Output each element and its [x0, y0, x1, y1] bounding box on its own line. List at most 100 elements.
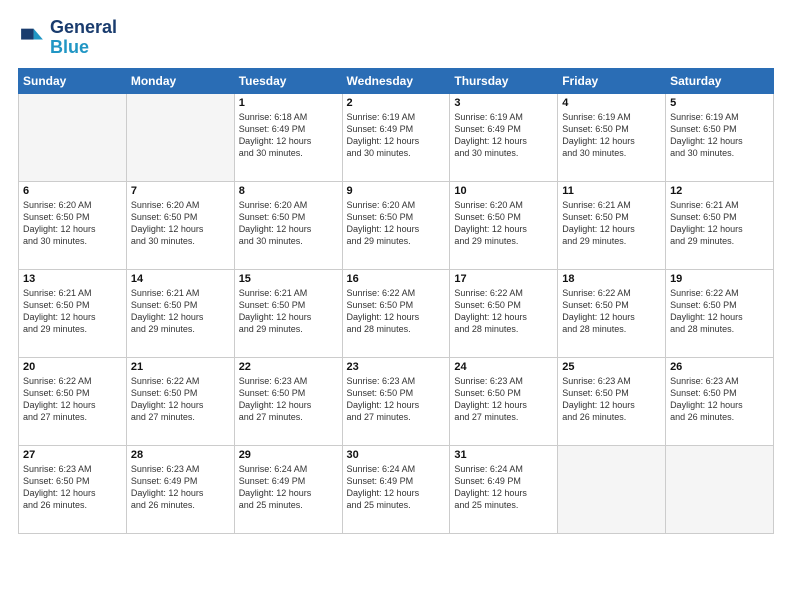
cell-info: Sunrise: 6:24 AM Sunset: 6:49 PM Dayligh…: [239, 463, 338, 512]
cell-info: Sunrise: 6:19 AM Sunset: 6:50 PM Dayligh…: [670, 111, 769, 160]
cell-info: Sunrise: 6:23 AM Sunset: 6:50 PM Dayligh…: [23, 463, 122, 512]
page: General Blue SundayMondayTuesdayWednesda…: [0, 0, 792, 612]
calendar-cell: 23Sunrise: 6:23 AM Sunset: 6:50 PM Dayli…: [342, 357, 450, 445]
header: General Blue: [18, 18, 774, 58]
calendar-cell: [666, 445, 774, 533]
cell-info: Sunrise: 6:22 AM Sunset: 6:50 PM Dayligh…: [131, 375, 230, 424]
cell-info: Sunrise: 6:21 AM Sunset: 6:50 PM Dayligh…: [23, 287, 122, 336]
day-number: 3: [454, 97, 553, 109]
calendar-week-1: 6Sunrise: 6:20 AM Sunset: 6:50 PM Daylig…: [19, 181, 774, 269]
cell-info: Sunrise: 6:20 AM Sunset: 6:50 PM Dayligh…: [23, 199, 122, 248]
cell-info: Sunrise: 6:20 AM Sunset: 6:50 PM Dayligh…: [131, 199, 230, 248]
calendar-cell: 25 Sunrise: 6:23 AM Sunset: 6:50 PM Dayli…: [558, 357, 666, 445]
logo-text-line2: Blue: [50, 38, 117, 58]
day-header-saturday: Saturday: [666, 68, 774, 93]
logo: General Blue: [18, 18, 117, 58]
calendar-cell: 30 Sunrise: 6:24 AM Sunset: 6:49 PM Dayli…: [342, 445, 450, 533]
cell-info: Sunrise: 6:21 AM Sunset: 6:50 PM Dayligh…: [131, 287, 230, 336]
day-number: 29: [239, 449, 338, 461]
day-number: 16: [347, 273, 446, 285]
day-number: 12: [670, 185, 769, 197]
cell-info: Sunrise: 6:19 AM Sunset: 6:50 PM Dayligh…: [562, 111, 661, 160]
calendar-cell: 20 Sunrise: 6:22 AM Sunset: 6:50 PM Dayli…: [19, 357, 127, 445]
day-number: 24: [454, 361, 553, 373]
calendar-cell: 21 Sunrise: 6:22 AM Sunset: 6:50 PM Dayli…: [126, 357, 234, 445]
calendar-cell: 31 Sunrise: 6:24 AM Sunset: 6:49 PM Dayli…: [450, 445, 558, 533]
cell-info: Sunrise: 6:20 AM Sunset: 6:50 PM Dayligh…: [239, 199, 338, 248]
day-number: 25: [562, 361, 661, 373]
calendar-cell: 6Sunrise: 6:20 AM Sunset: 6:50 PM Daylig…: [19, 181, 127, 269]
calendar-cell: 24 Sunrise: 6:23 AM Sunset: 6:50 PM Dayli…: [450, 357, 558, 445]
day-number: 30: [347, 449, 446, 461]
calendar-cell: 4 Sunrise: 6:19 AM Sunset: 6:50 PM Daylig…: [558, 93, 666, 181]
day-number: 21: [131, 361, 230, 373]
day-number: 22: [239, 361, 338, 373]
calendar-cell: 27 Sunrise: 6:23 AM Sunset: 6:50 PM Dayli…: [19, 445, 127, 533]
calendar-cell: 16Sunrise: 6:22 AM Sunset: 6:50 PM Dayli…: [342, 269, 450, 357]
day-number: 9: [347, 185, 446, 197]
day-number: 23: [347, 361, 446, 373]
cell-info: Sunrise: 6:23 AM Sunset: 6:50 PM Dayligh…: [670, 375, 769, 424]
calendar-cell: 22 Sunrise: 6:23 AM Sunset: 6:50 PM Dayli…: [234, 357, 342, 445]
day-number: 7: [131, 185, 230, 197]
calendar-cell: 19Sunrise: 6:22 AM Sunset: 6:50 PM Dayli…: [666, 269, 774, 357]
calendar-cell: 18 Sunrise: 6:22 AM Sunset: 6:50 PM Dayli…: [558, 269, 666, 357]
calendar-cell: 1Sunrise: 6:18 AM Sunset: 6:49 PM Daylig…: [234, 93, 342, 181]
day-number: 2: [347, 97, 446, 109]
day-number: 20: [23, 361, 122, 373]
cell-info: Sunrise: 6:23 AM Sunset: 6:49 PM Dayligh…: [131, 463, 230, 512]
day-header-friday: Friday: [558, 68, 666, 93]
day-number: 17: [454, 273, 553, 285]
calendar-cell: 11 Sunrise: 6:21 AM Sunset: 6:50 PM Dayli…: [558, 181, 666, 269]
day-number: 27: [23, 449, 122, 461]
day-header-monday: Monday: [126, 68, 234, 93]
calendar-cell: 15 Sunrise: 6:21 AM Sunset: 6:50 PM Dayli…: [234, 269, 342, 357]
day-number: 5: [670, 97, 769, 109]
cell-info: Sunrise: 6:23 AM Sunset: 6:50 PM Dayligh…: [562, 375, 661, 424]
day-number: 26: [670, 361, 769, 373]
calendar-cell: 26 Sunrise: 6:23 AM Sunset: 6:50 PM Dayli…: [666, 357, 774, 445]
calendar-cell: 28Sunrise: 6:23 AM Sunset: 6:49 PM Dayli…: [126, 445, 234, 533]
logo-text-line1: General: [50, 18, 117, 38]
calendar-cell: 7 Sunrise: 6:20 AM Sunset: 6:50 PM Daylig…: [126, 181, 234, 269]
cell-info: Sunrise: 6:22 AM Sunset: 6:50 PM Dayligh…: [670, 287, 769, 336]
calendar-cell: 17 Sunrise: 6:22 AM Sunset: 6:50 PM Dayli…: [450, 269, 558, 357]
cell-info: Sunrise: 6:22 AM Sunset: 6:50 PM Dayligh…: [562, 287, 661, 336]
cell-info: Sunrise: 6:21 AM Sunset: 6:50 PM Dayligh…: [670, 199, 769, 248]
calendar-cell: [126, 93, 234, 181]
calendar-cell: [19, 93, 127, 181]
cell-info: Sunrise: 6:22 AM Sunset: 6:50 PM Dayligh…: [454, 287, 553, 336]
calendar-table: SundayMondayTuesdayWednesdayThursdayFrid…: [18, 68, 774, 534]
calendar-cell: 14 Sunrise: 6:21 AM Sunset: 6:50 PM Dayli…: [126, 269, 234, 357]
calendar-week-2: 13Sunrise: 6:21 AM Sunset: 6:50 PM Dayli…: [19, 269, 774, 357]
day-number: 11: [562, 185, 661, 197]
day-header-sunday: Sunday: [19, 68, 127, 93]
calendar-cell: 3Sunrise: 6:19 AM Sunset: 6:49 PM Daylig…: [450, 93, 558, 181]
day-number: 31: [454, 449, 553, 461]
calendar-week-4: 27 Sunrise: 6:23 AM Sunset: 6:50 PM Dayli…: [19, 445, 774, 533]
day-number: 1: [239, 97, 338, 109]
cell-info: Sunrise: 6:23 AM Sunset: 6:50 PM Dayligh…: [454, 375, 553, 424]
calendar-week-3: 20 Sunrise: 6:22 AM Sunset: 6:50 PM Dayli…: [19, 357, 774, 445]
cell-info: Sunrise: 6:20 AM Sunset: 6:50 PM Dayligh…: [347, 199, 446, 248]
day-number: 15: [239, 273, 338, 285]
day-number: 18: [562, 273, 661, 285]
cell-info: Sunrise: 6:21 AM Sunset: 6:50 PM Dayligh…: [562, 199, 661, 248]
day-header-row: SundayMondayTuesdayWednesdayThursdayFrid…: [19, 68, 774, 93]
day-number: 8: [239, 185, 338, 197]
calendar-cell: 10Sunrise: 6:20 AM Sunset: 6:50 PM Dayli…: [450, 181, 558, 269]
day-header-thursday: Thursday: [450, 68, 558, 93]
cell-info: Sunrise: 6:21 AM Sunset: 6:50 PM Dayligh…: [239, 287, 338, 336]
cell-info: Sunrise: 6:24 AM Sunset: 6:49 PM Dayligh…: [454, 463, 553, 512]
cell-info: Sunrise: 6:23 AM Sunset: 6:50 PM Dayligh…: [239, 375, 338, 424]
calendar-cell: [558, 445, 666, 533]
calendar-cell: 2Sunrise: 6:19 AM Sunset: 6:49 PM Daylig…: [342, 93, 450, 181]
calendar-cell: 13Sunrise: 6:21 AM Sunset: 6:50 PM Dayli…: [19, 269, 127, 357]
cell-info: Sunrise: 6:22 AM Sunset: 6:50 PM Dayligh…: [23, 375, 122, 424]
calendar-cell: 5 Sunrise: 6:19 AM Sunset: 6:50 PM Daylig…: [666, 93, 774, 181]
day-number: 4: [562, 97, 661, 109]
day-number: 14: [131, 273, 230, 285]
calendar-cell: 12 Sunrise: 6:21 AM Sunset: 6:50 PM Dayli…: [666, 181, 774, 269]
day-header-wednesday: Wednesday: [342, 68, 450, 93]
cell-info: Sunrise: 6:24 AM Sunset: 6:49 PM Dayligh…: [347, 463, 446, 512]
